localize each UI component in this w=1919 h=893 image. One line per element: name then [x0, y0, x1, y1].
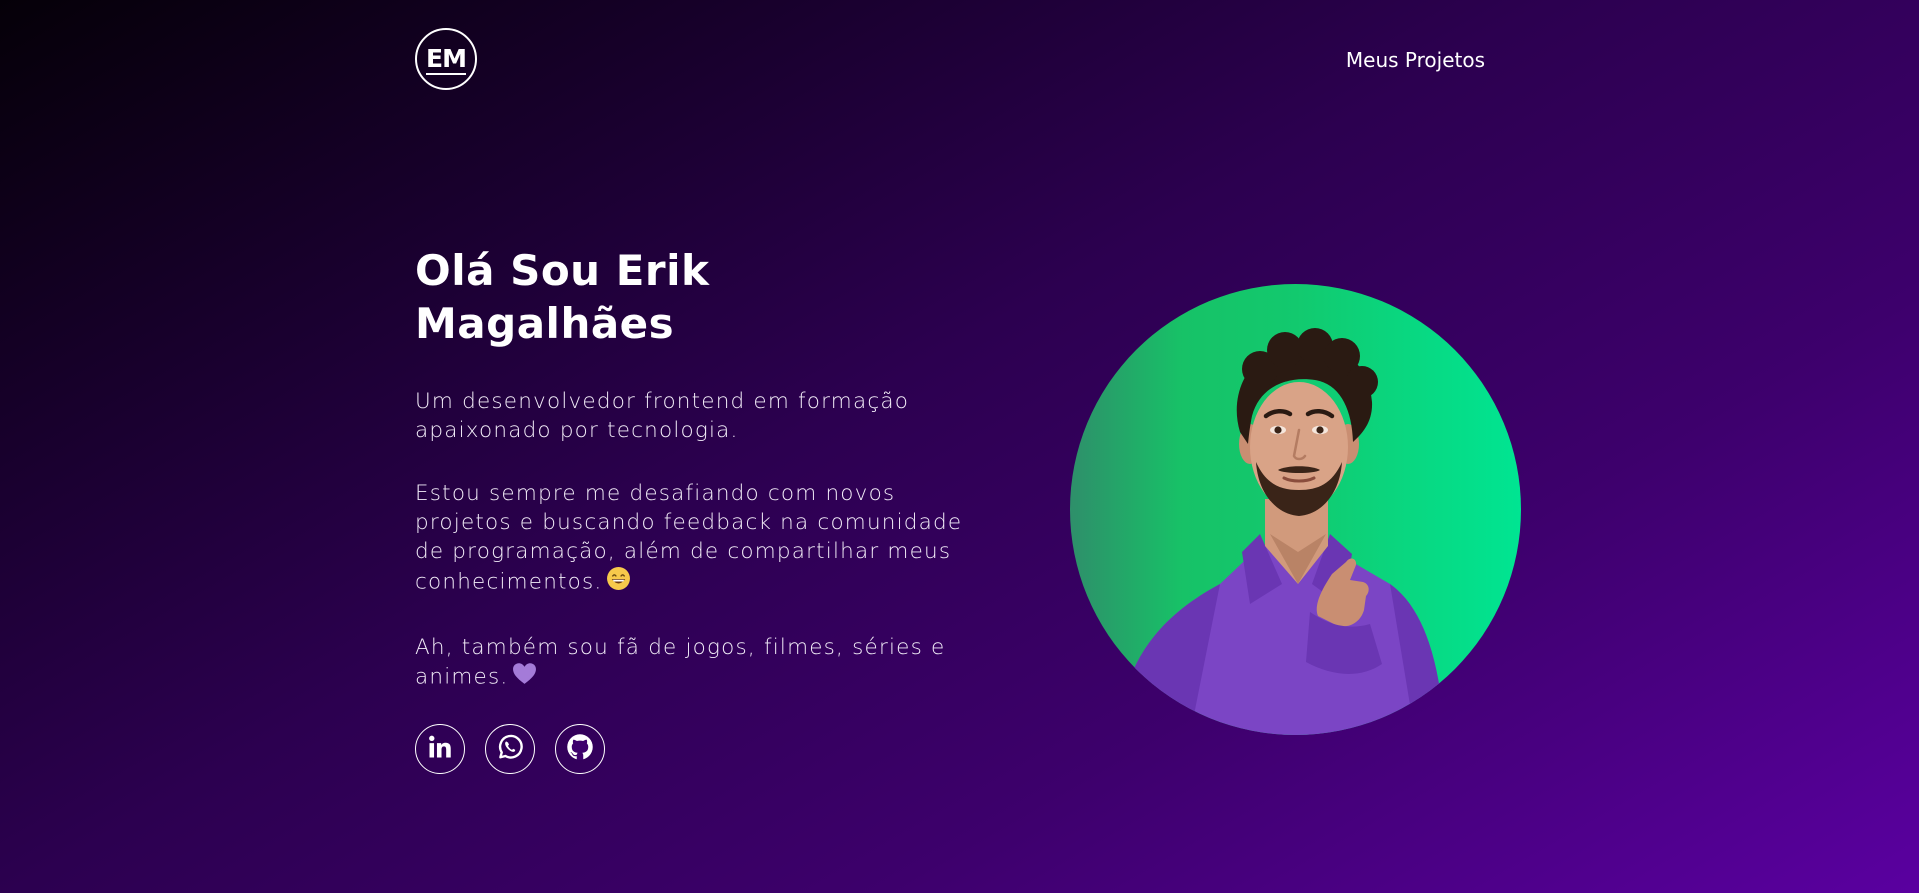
linkedin-button[interactable]	[415, 724, 465, 774]
site-header: EM Meus Projetos	[415, 28, 1485, 94]
whatsapp-icon	[495, 732, 525, 766]
logo[interactable]: EM	[415, 28, 477, 90]
nav-link-projects[interactable]: Meus Projetos	[1346, 48, 1485, 72]
intro-section: Olá Sou Erik Magalhães Um desenvolvedor …	[415, 244, 975, 727]
intro-paragraph-3: Ah, também sou fã de jogos, filmes, séri…	[415, 633, 975, 693]
grinning-face-emoji-icon	[606, 566, 631, 599]
whatsapp-button[interactable]	[485, 724, 535, 774]
page-title: Olá Sou Erik Magalhães	[415, 246, 710, 348]
intro-paragraph-1: Um desenvolvedor frontend em formação ap…	[415, 389, 910, 443]
intro-paragraph-2: Estou sempre me desafiando com novos pro…	[415, 479, 975, 599]
github-button[interactable]	[555, 724, 605, 774]
social-links	[415, 724, 605, 774]
purple-heart-emoji-icon	[512, 662, 537, 693]
logo-text: EM	[426, 43, 467, 75]
github-icon	[565, 732, 595, 766]
profile-photo	[1070, 284, 1521, 735]
linkedin-icon	[426, 733, 454, 765]
person-portrait-image	[1115, 328, 1445, 735]
